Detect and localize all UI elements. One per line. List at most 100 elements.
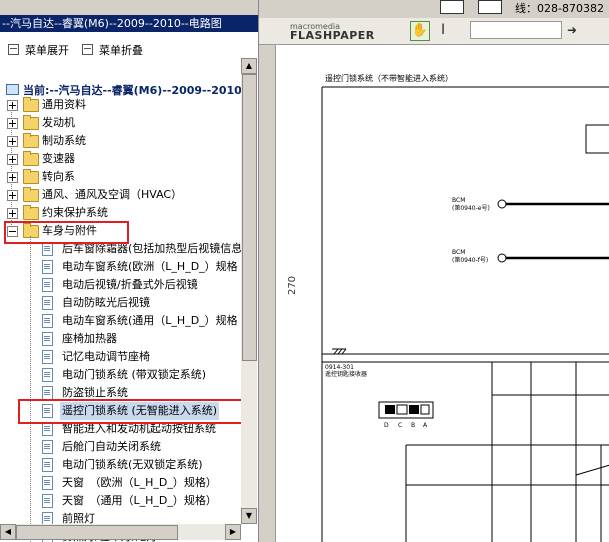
tree-folder-row[interactable]: 变速器: [0, 150, 240, 168]
folder-icon: [23, 151, 39, 166]
tree-item-row[interactable]: 电动门锁系统 (带双锁定系统): [0, 366, 240, 384]
left-navigation-panel: --汽马自达--睿翼(M6)--2009--2010--电路图 菜单展开 菜单折…: [0, 0, 259, 542]
expand-toggle-icon[interactable]: [7, 136, 18, 147]
ground-symbol: [341, 348, 347, 355]
connector-letter: A: [423, 422, 428, 429]
bcm2-label: BCM: [452, 249, 466, 256]
bcm1-sub-label: (第0940-e号): [452, 205, 490, 212]
expand-toggle-icon[interactable]: [7, 118, 18, 129]
horizontal-scrollbar[interactable]: ◀ ▶: [0, 524, 241, 540]
scroll-thumb[interactable]: [242, 74, 257, 361]
connector-pin-block: [409, 405, 419, 414]
collapse-menu-label: 菜单折叠: [99, 44, 143, 57]
tree-item-row[interactable]: 座椅加热器: [0, 330, 240, 348]
text-select-icon[interactable]: I: [441, 22, 445, 38]
scroll-down-button[interactable]: ▼: [241, 508, 257, 524]
document-page: [275, 45, 609, 542]
folder-icon: [23, 205, 39, 220]
toolbar-button-1[interactable]: [440, 0, 464, 14]
folder-icon: [23, 187, 39, 202]
computer-icon: [6, 84, 19, 95]
tree-folder-label: 转向系: [42, 170, 75, 183]
folder-icon: [23, 97, 39, 112]
panel-title-bar: --汽马自达--睿翼(M6)--2009--2010--电路图: [0, 15, 258, 32]
tree-folder-label: 制动系统: [42, 134, 86, 147]
expand-toggle-icon[interactable]: [7, 208, 18, 219]
document-icon: [42, 440, 53, 454]
expand-toggle-icon[interactable]: [7, 100, 18, 111]
part-name: 遥控钥匙接收器: [325, 371, 368, 378]
folder-icon: [23, 169, 39, 184]
document-icon: [42, 494, 53, 508]
wiring-diagram: [321, 86, 609, 542]
highlight-selected-item: [18, 399, 247, 424]
connector-letter: D: [384, 422, 389, 429]
connector-pin: [497, 199, 507, 209]
grid-line: [575, 464, 609, 476]
tree-folder-row[interactable]: 通风、通风及空调（HVAC）: [0, 186, 240, 204]
tree-item-row[interactable]: 电动后视镜/折叠式外后视镜: [0, 276, 240, 294]
diagram-title: 遥控门锁系统（不带智能进入系统）: [325, 74, 453, 83]
tree-item-label: 天窗 （通用（L_H_D_）规格）: [62, 494, 217, 507]
document-icon: [42, 314, 53, 328]
tree-item-label: 电动门锁系统 (带双锁定系统): [62, 368, 207, 381]
tree-folder-label: 通用资料: [42, 98, 86, 111]
scroll-right-button[interactable]: ▶: [225, 524, 241, 540]
ground-symbol: [337, 348, 343, 355]
tree-item-row[interactable]: 电动车窗系统(欧洲（L_H_D_）规格: [0, 258, 240, 276]
search-arrow-icon[interactable]: ➜: [567, 23, 577, 37]
tree-item-label: 电动门锁系统(无双锁定系统): [62, 458, 203, 471]
bcm1-label: BCM: [452, 197, 466, 204]
tree-item-row[interactable]: 天窗 （欧洲（L_H_D_）规格）: [0, 474, 240, 492]
tree-folder-label: 发动机: [42, 116, 75, 129]
scroll-up-button[interactable]: ▲: [241, 58, 257, 74]
tree-item-label: 天窗 （欧洲（L_H_D_）规格）: [62, 476, 217, 489]
ground-symbol: [333, 348, 339, 355]
tree-item-row[interactable]: 后舱门自动关闭系统: [0, 438, 240, 456]
tree-folder-row[interactable]: 制动系统: [0, 132, 240, 150]
collapse-icon: [82, 44, 93, 55]
tree-item-label: 记忆电动调节座椅: [62, 350, 150, 363]
hscroll-thumb[interactable]: [16, 525, 178, 540]
hand-tool-icon[interactable]: ✋: [410, 21, 430, 41]
connector-letter: C: [398, 422, 403, 429]
tree-folder-label: 变速器: [42, 152, 75, 165]
tree-item-label: 电动后视镜/折叠式外后视镜: [62, 278, 198, 291]
tree-item-label: 后舱门自动关闭系统: [62, 440, 161, 453]
connector-pin-block: [396, 404, 408, 415]
tree-item-row[interactable]: 电动门锁系统(无双锁定系统): [0, 456, 240, 474]
vertical-scrollbar[interactable]: ▲ ▼: [241, 58, 257, 524]
toolbar-button-2[interactable]: [478, 0, 502, 14]
logo-text: FLASHPAPER: [290, 29, 375, 42]
tree-item-row[interactable]: 记忆电动调节座椅: [0, 348, 240, 366]
tree-item-row[interactable]: 自动防眩光后视镜: [0, 294, 240, 312]
tree-folder-label: 约束保护系统: [42, 206, 108, 219]
document-icon: [42, 278, 53, 292]
tree-item-label: 座椅加热器: [62, 332, 117, 345]
connector-pin-block: [385, 405, 395, 414]
tree-folder-row[interactable]: 转向系: [0, 168, 240, 186]
document-icon: [42, 422, 53, 436]
bcm2-sub-label: (第0940-f号): [452, 257, 489, 264]
document-icon: [42, 296, 53, 310]
scroll-left-button[interactable]: ◀: [0, 524, 16, 540]
connector-pin-block: [420, 404, 430, 415]
tree-item-row[interactable]: 电动车窗系统(通用（L_H_D_）规格: [0, 312, 240, 330]
expand-menu-button[interactable]: 菜单展开: [8, 44, 69, 58]
collapse-menu-button[interactable]: 菜单折叠: [82, 44, 143, 58]
tree-item-row[interactable]: 天窗 （通用（L_H_D_）规格）: [0, 492, 240, 510]
expand-toggle-icon[interactable]: [7, 154, 18, 165]
document-icon: [42, 386, 53, 400]
tree-folder-row[interactable]: 通用资料: [0, 96, 240, 114]
tree-item-label: 电动车窗系统(欧洲（L_H_D_）规格: [62, 260, 238, 273]
expand-toggle-icon[interactable]: [7, 172, 18, 183]
expand-menu-label: 菜单展开: [25, 44, 69, 57]
expand-toggle-icon[interactable]: [7, 190, 18, 201]
expand-icon: [8, 44, 19, 55]
tree-folder-row[interactable]: 发动机: [0, 114, 240, 132]
tree-item-label: 电动车窗系统(通用（L_H_D_）规格: [62, 314, 238, 327]
tree-folder-row[interactable]: 约束保护系统: [0, 204, 240, 222]
tree-folder-label: 通风、通风及空调（HVAC）: [42, 188, 183, 201]
folder-icon: [23, 133, 39, 148]
search-input[interactable]: [470, 21, 562, 39]
